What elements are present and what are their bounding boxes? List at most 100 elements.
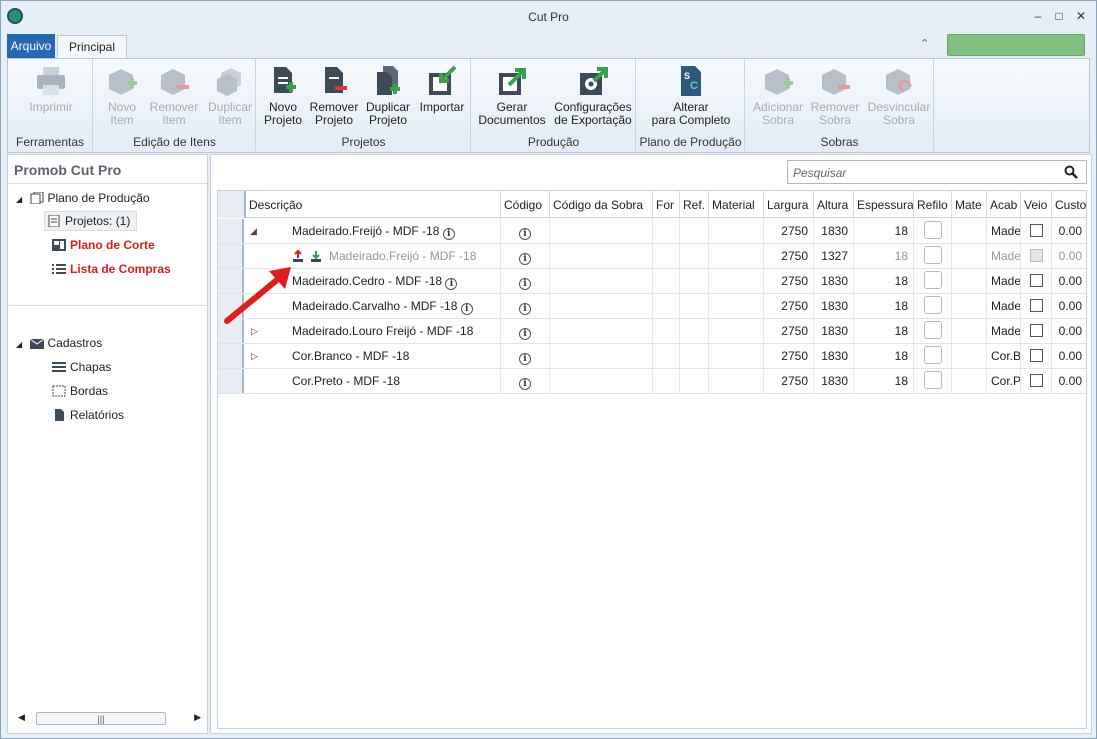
- info-icon[interactable]: i: [460, 303, 473, 315]
- refilo-cell[interactable]: [914, 269, 952, 293]
- print-button[interactable]: Imprimir: [28, 65, 74, 114]
- duplicate-item-button[interactable]: Duplicar Item: [206, 65, 254, 127]
- sidebar-item-lista-compras[interactable]: Lista de Compras: [52, 262, 171, 276]
- duplicate-project-button[interactable]: Duplicar Projeto: [364, 65, 412, 127]
- refilo-button[interactable]: [923, 221, 942, 239]
- refilo-cell[interactable]: [914, 369, 952, 393]
- scroll-right-icon[interactable]: ▶: [194, 712, 201, 723]
- table-row[interactable]: Cor.Preto - MDF -18 i 2750 1830 18 Cor.P…: [218, 369, 1086, 394]
- table-row[interactable]: Madeirado.Cedro - MDF -18 i i 2750 1830 …: [218, 269, 1086, 294]
- column-header[interactable]: Descrição: [246, 191, 501, 218]
- table-row[interactable]: Madeirado.Carvalho - MDF -18 i i 2750 18…: [218, 294, 1086, 319]
- collapse-triangle-icon[interactable]: ◢: [16, 195, 22, 204]
- tab-arquivo[interactable]: Arquivo: [7, 34, 55, 58]
- sidebar-item-plano-producao[interactable]: ◢ Plano de Produção: [16, 191, 150, 205]
- search-icon[interactable]: [1064, 165, 1078, 179]
- row-header[interactable]: [218, 369, 244, 393]
- info-icon[interactable]: i: [519, 253, 531, 265]
- sidebar-item-bordas[interactable]: Bordas: [52, 384, 108, 398]
- refilo-cell[interactable]: [914, 244, 952, 268]
- veio-checkbox[interactable]: [1029, 374, 1043, 387]
- column-header[interactable]: Código: [501, 191, 550, 218]
- refilo-cell[interactable]: [914, 344, 952, 368]
- column-header[interactable]: For: [653, 191, 680, 218]
- veio-checkbox[interactable]: [1029, 349, 1043, 362]
- table-row[interactable]: ◢ Madeirado.Freijó - MDF -18 i i 2750 18…: [218, 219, 1086, 244]
- sidebar-item-chapas[interactable]: Chapas: [52, 360, 111, 374]
- scrollbar-thumb[interactable]: |||: [36, 712, 166, 725]
- remove-item-button[interactable]: Remover Item: [149, 65, 199, 127]
- veio-cell[interactable]: [1021, 344, 1052, 368]
- column-header[interactable]: Altura: [814, 191, 854, 218]
- upload-icon[interactable]: [292, 250, 304, 262]
- maximize-button[interactable]: □: [1049, 7, 1069, 25]
- veio-cell[interactable]: [1021, 269, 1052, 293]
- veio-cell[interactable]: [1021, 369, 1052, 393]
- collapse-triangle-icon[interactable]: ◢: [16, 340, 22, 349]
- info-icon[interactable]: i: [519, 228, 531, 240]
- veio-checkbox[interactable]: [1029, 299, 1043, 312]
- close-button[interactable]: ✕: [1071, 7, 1091, 25]
- column-header[interactable]: Mate: [952, 191, 987, 218]
- refilo-button[interactable]: [923, 321, 942, 339]
- veio-checkbox[interactable]: [1029, 324, 1043, 337]
- add-scrap-button[interactable]: Adicionar Sobra: [750, 65, 806, 127]
- import-button[interactable]: Importar: [417, 65, 467, 114]
- new-item-button[interactable]: Novo Item: [102, 65, 142, 127]
- info-icon[interactable]: i: [519, 328, 531, 340]
- column-header[interactable]: Material: [709, 191, 764, 218]
- sidebar-item-cadastros[interactable]: ◢ Cadastros: [16, 336, 102, 350]
- remove-project-button[interactable]: Remover Projeto: [309, 65, 359, 127]
- row-header[interactable]: [218, 344, 244, 368]
- veio-cell[interactable]: [1021, 319, 1052, 343]
- info-icon[interactable]: i: [442, 228, 455, 240]
- refilo-button[interactable]: [923, 371, 942, 389]
- collapse-ribbon-icon[interactable]: ⌃: [920, 37, 929, 50]
- refilo-button[interactable]: [923, 271, 942, 289]
- table-row[interactable]: ▷ Cor.Branco - MDF -18 i 2750 1830 18 Co…: [218, 344, 1086, 369]
- sidebar-item-relatorios[interactable]: Relatórios: [52, 408, 124, 422]
- info-icon[interactable]: i: [519, 378, 531, 390]
- veio-cell[interactable]: [1021, 219, 1052, 243]
- sidebar-item-plano-corte[interactable]: Plano de Corte: [52, 238, 155, 252]
- column-header[interactable]: Acab: [987, 191, 1021, 218]
- table-row[interactable]: Madeirado.Freijó - MDF -18 i 2750 1327 1…: [218, 244, 1086, 269]
- export-settings-button[interactable]: Configurações de Exportação: [552, 65, 634, 127]
- column-header[interactable]: Custo: [1052, 191, 1086, 218]
- info-icon[interactable]: i: [519, 353, 531, 365]
- scroll-left-icon[interactable]: ◀: [18, 712, 25, 723]
- sidebar-item-projetos[interactable]: Projetos: (1): [44, 211, 138, 231]
- info-icon[interactable]: i: [519, 303, 531, 315]
- column-header[interactable]: Espessura: [854, 191, 914, 218]
- refilo-button[interactable]: [923, 246, 942, 264]
- generate-documents-button[interactable]: Gerar Documentos: [476, 65, 548, 127]
- refilo-cell[interactable]: [914, 219, 952, 243]
- column-header[interactable]: Código da Sobra: [550, 191, 653, 218]
- refilo-button[interactable]: [923, 346, 942, 364]
- horizontal-scrollbar[interactable]: ◀ ||| ▶: [16, 711, 203, 727]
- search-input[interactable]: Pesquisar: [787, 160, 1087, 184]
- refilo-button[interactable]: [923, 296, 942, 314]
- table-row[interactable]: ▷ Madeirado.Louro Freijó - MDF -18 i 275…: [218, 319, 1086, 344]
- minimize-button[interactable]: –: [1028, 7, 1048, 25]
- remove-scrap-button[interactable]: Remover Sobra: [810, 65, 860, 127]
- info-icon[interactable]: i: [519, 278, 531, 290]
- expand-row-icon[interactable]: ▷: [251, 344, 258, 368]
- download-icon[interactable]: [310, 250, 322, 262]
- info-icon[interactable]: i: [445, 278, 458, 290]
- switch-to-complete-button[interactable]: SC Alterar para Completo: [643, 65, 739, 127]
- veio-checkbox[interactable]: [1029, 224, 1043, 237]
- column-header[interactable]: Ref.: [680, 191, 709, 218]
- veio-checkbox[interactable]: [1029, 274, 1043, 287]
- column-header[interactable]: Largura: [764, 191, 814, 218]
- column-header[interactable]: Refilo: [914, 191, 952, 218]
- refilo-cell[interactable]: [914, 294, 952, 318]
- new-project-button[interactable]: Novo Projeto: [262, 65, 304, 127]
- row-header[interactable]: [218, 219, 244, 243]
- column-header[interactable]: Veio: [1021, 191, 1052, 218]
- veio-cell[interactable]: [1021, 294, 1052, 318]
- collapse-row-icon[interactable]: ◢: [250, 219, 257, 243]
- refilo-cell[interactable]: [914, 319, 952, 343]
- tab-principal[interactable]: Principal: [57, 35, 127, 58]
- unlink-scrap-button[interactable]: Desvincular Sobra: [866, 65, 932, 127]
